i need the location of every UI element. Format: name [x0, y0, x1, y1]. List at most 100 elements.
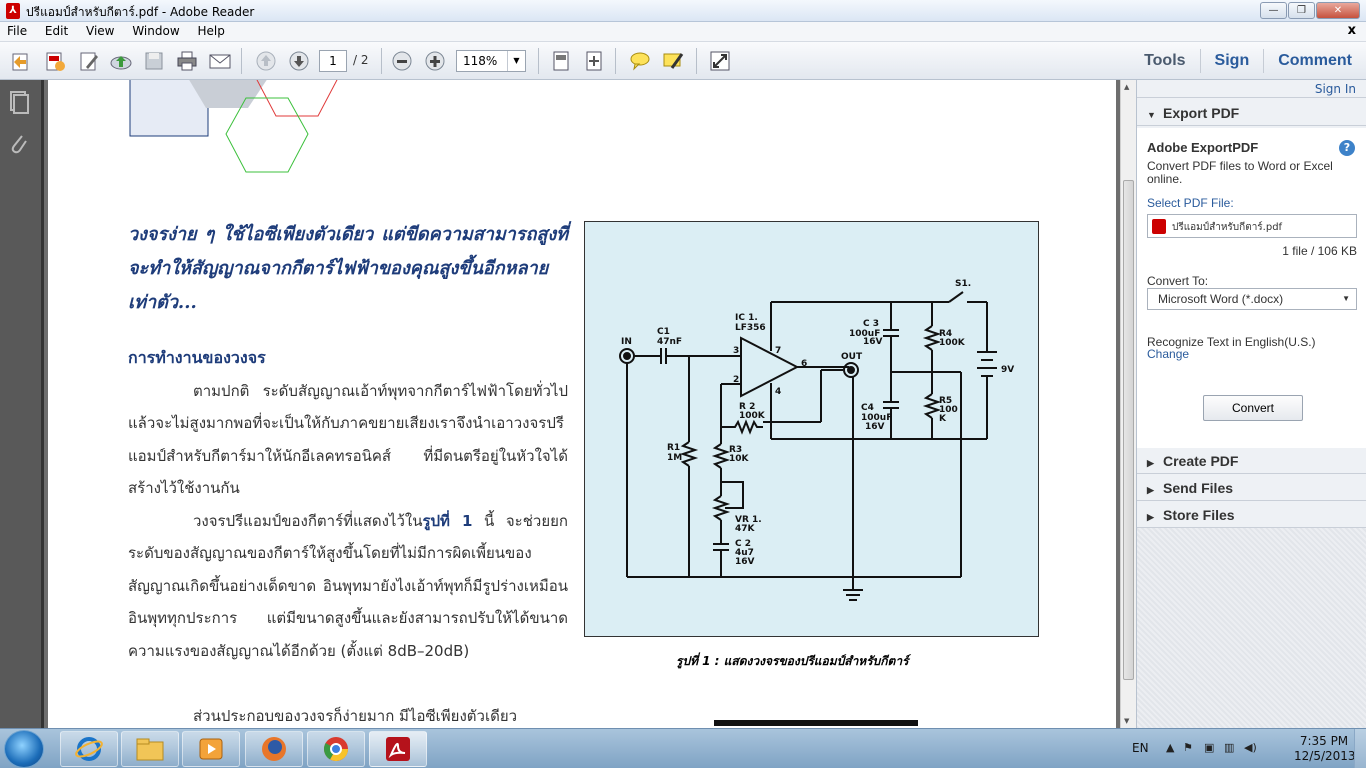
previous-page-icon[interactable] [253, 49, 279, 73]
close-button[interactable]: ✕ [1316, 2, 1360, 19]
next-page-icon[interactable] [286, 49, 312, 73]
firefox-icon[interactable] [245, 731, 303, 767]
menu-file[interactable]: File [0, 22, 34, 40]
label-battery: 9V [1001, 365, 1014, 375]
sign-in-link[interactable]: Sign In [1315, 82, 1356, 96]
fit-width-icon[interactable] [581, 49, 607, 73]
paragraph: วงจรปรีแอมป์ของกีตาร์ที่แสดงไว้ในรูปที่ … [128, 505, 568, 667]
figure-caption: รูปที่ 1 : แสดงวงจรของปรีแอมป์สำหรับกีตา… [676, 654, 909, 668]
export-description: Convert PDF files to Word or Excel onlin… [1147, 159, 1333, 186]
export-pdf-panel: Adobe ExportPDF ? Convert PDF files to W… [1137, 128, 1366, 462]
zoom-in-icon[interactable] [422, 49, 448, 73]
label-ic1: IC 1. [735, 313, 758, 323]
paragraph-text: วงจรปรีแอมป์ของกีตาร์ที่แสดงไว้ใน [193, 512, 423, 530]
pdf-page: วงจรง่าย ๆ ใช้ไอซีเพียงตัวเดียว แต่ขีดคว… [48, 80, 1116, 728]
menu-window[interactable]: Window [125, 22, 186, 40]
menu-edit[interactable]: Edit [38, 22, 75, 40]
attachments-icon[interactable] [8, 132, 30, 158]
label-c2-voltage: 16V [735, 557, 755, 567]
email-icon[interactable] [207, 49, 233, 73]
title-bar: ⅄ ปรีแอมป์สำหรับกีตาร์.pdf - Adobe Reade… [0, 0, 1366, 22]
label-pin4: 4 [775, 387, 781, 397]
label-ic1-value: LF356 [735, 323, 766, 333]
fullscreen-icon[interactable] [707, 49, 733, 73]
convert-button[interactable]: Convert [1203, 395, 1303, 421]
adobe-reader-task-icon[interactable] [369, 731, 427, 767]
chrome-icon[interactable] [307, 731, 365, 767]
create-pdf-icon[interactable] [42, 49, 68, 73]
label-vr1-value: 47K [735, 524, 756, 534]
toolbar-separator [696, 48, 697, 74]
menu-help[interactable]: Help [190, 22, 231, 40]
label-pin7: 7 [775, 346, 781, 356]
export-pdf-header[interactable]: ▼ Export PDF [1137, 100, 1366, 126]
minimize-button[interactable]: — [1260, 2, 1287, 19]
clock[interactable]: 7:35 PM 12/5/2013 [1294, 734, 1356, 764]
article-headline: วงจรง่าย ๆ ใช้ไอซีเพียงตัวเดียว แต่ขีดคว… [128, 224, 568, 313]
maximize-button[interactable]: ❐ [1288, 2, 1315, 19]
show-desktop-button[interactable] [1354, 729, 1366, 768]
start-button[interactable] [4, 730, 44, 768]
label-pin2: 2 [733, 375, 739, 385]
toolbar-separator [538, 48, 539, 74]
zoom-out-icon[interactable] [389, 49, 415, 73]
store-files-label: Store Files [1163, 507, 1235, 523]
show-hidden-icons-icon[interactable]: ▲ [1166, 741, 1180, 755]
collapsed-arrow-icon: ▶ [1147, 485, 1154, 495]
convert-to-label: Convert To: [1147, 274, 1209, 288]
figure-reference: รูปที่ 1 [422, 512, 473, 530]
create-pdf-label: Create PDF [1163, 453, 1239, 469]
open-file-icon[interactable] [8, 49, 34, 73]
clock-time: 7:35 PM [1299, 734, 1349, 748]
comment-tab[interactable]: Comment [1263, 49, 1366, 73]
label-s1: S1. [955, 279, 971, 289]
menu-view[interactable]: View [79, 22, 121, 40]
paragraph: ส่วนประกอบของวงจรก็ง่ายมาก มีไอซีเพียงตั… [193, 707, 518, 725]
flag-icon[interactable]: ⚑ [1183, 741, 1197, 755]
collapsed-arrow-icon: ▶ [1147, 458, 1154, 468]
close-document-button[interactable]: x [1348, 23, 1356, 38]
document-view[interactable]: วงจรง่าย ๆ ใช้ไอซีเพียงตัวเดียว แต่ขีดคว… [44, 80, 1120, 728]
window-title: ปรีแอมป์สำหรับกีตาร์.pdf - Adobe Reader [26, 5, 255, 19]
network-icon[interactable]: ▥ [1224, 741, 1238, 755]
chevron-down-icon: ▼ [507, 51, 525, 71]
page-number-input[interactable]: 1 [319, 50, 347, 72]
export-pdf-label: Export PDF [1163, 105, 1240, 121]
selected-file-box[interactable]: ปรีแอมป์สำหรับกีตาร์.pdf [1147, 214, 1357, 238]
schematic-drawing: IN C1 47nF IC 1. LF356 3 2 7 6 4 OUT C 3… [619, 279, 1014, 601]
file-explorer-icon[interactable] [121, 731, 179, 767]
edit-pdf-icon[interactable] [76, 49, 102, 73]
volume-icon[interactable]: ◀) [1244, 741, 1258, 755]
convert-to-select[interactable]: Microsoft Word (*.docx) ▼ [1147, 288, 1357, 310]
label-c1: C1 [657, 327, 670, 337]
store-files-header[interactable]: ▶ Store Files [1137, 502, 1366, 528]
sign-tab[interactable]: Sign [1199, 49, 1264, 73]
upload-cloud-icon[interactable] [108, 49, 134, 73]
sticky-note-icon[interactable] [627, 49, 653, 73]
panel-empty-area [1137, 528, 1366, 728]
internet-explorer-icon[interactable] [60, 731, 118, 767]
expanded-arrow-icon: ▼ [1147, 110, 1156, 120]
select-file-label[interactable]: Select PDF File: [1147, 196, 1234, 210]
change-language-link[interactable]: Change [1147, 347, 1189, 361]
create-pdf-header[interactable]: ▶ Create PDF [1137, 448, 1366, 474]
scroll-up-arrow-icon[interactable]: ▲ [1124, 83, 1129, 91]
device-icon[interactable]: ▣ [1204, 741, 1218, 755]
adobe-reader-icon[interactable]: ⅄ [6, 3, 20, 19]
input-language[interactable]: EN [1132, 741, 1149, 755]
highlight-icon[interactable] [660, 49, 686, 73]
scroll-down-arrow-icon[interactable]: ▼ [1124, 717, 1129, 725]
fit-page-icon[interactable] [548, 49, 574, 73]
label-c3-voltage: 16V [863, 337, 883, 347]
page-thumbnails-icon[interactable] [8, 90, 30, 116]
navigation-pane [0, 80, 44, 728]
print-icon[interactable] [174, 49, 200, 73]
vertical-scrollbar[interactable]: ▲ ▼ [1120, 80, 1136, 728]
scrollbar-thumb[interactable] [1123, 180, 1134, 680]
save-icon[interactable] [141, 49, 167, 73]
tools-tab[interactable]: Tools [1130, 49, 1199, 73]
media-player-icon[interactable] [182, 731, 240, 767]
help-icon[interactable]: ? [1339, 140, 1355, 156]
send-files-header[interactable]: ▶ Send Files [1137, 475, 1366, 501]
zoom-level-select[interactable]: 118% ▼ [456, 50, 526, 72]
